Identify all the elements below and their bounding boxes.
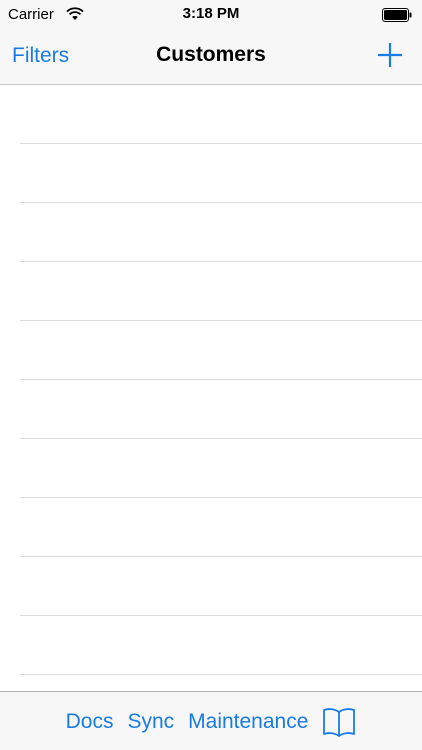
docs-button[interactable]: Docs: [66, 710, 114, 734]
list-row[interactable]: [20, 262, 422, 321]
list-row[interactable]: [20, 85, 422, 144]
page-title: Customers: [156, 43, 266, 66]
screen: Carrier 3:18 PM Filters Customers Docs S…: [0, 0, 422, 750]
book-icon[interactable]: [322, 706, 356, 738]
bottom-toolbar: Docs Sync Maintenance: [0, 691, 422, 750]
list-row[interactable]: [20, 498, 422, 557]
navigation-bar: Filters Customers: [0, 30, 422, 85]
list-row[interactable]: [20, 557, 422, 616]
list-row[interactable]: [20, 203, 422, 262]
list-row[interactable]: [20, 380, 422, 439]
list-row[interactable]: [20, 321, 422, 380]
plus-icon: [378, 43, 402, 67]
status-bar: Carrier 3:18 PM: [0, 0, 422, 30]
status-time: 3:18 PM: [182, 5, 240, 22]
list-row[interactable]: [20, 439, 422, 498]
add-customer-button[interactable]: [376, 41, 404, 69]
customer-list[interactable]: [0, 85, 422, 691]
list-row[interactable]: [20, 144, 422, 203]
maintenance-button[interactable]: Maintenance: [188, 710, 308, 734]
sync-button[interactable]: Sync: [127, 710, 174, 734]
list-row[interactable]: [20, 616, 422, 675]
battery-icon: [382, 8, 412, 22]
